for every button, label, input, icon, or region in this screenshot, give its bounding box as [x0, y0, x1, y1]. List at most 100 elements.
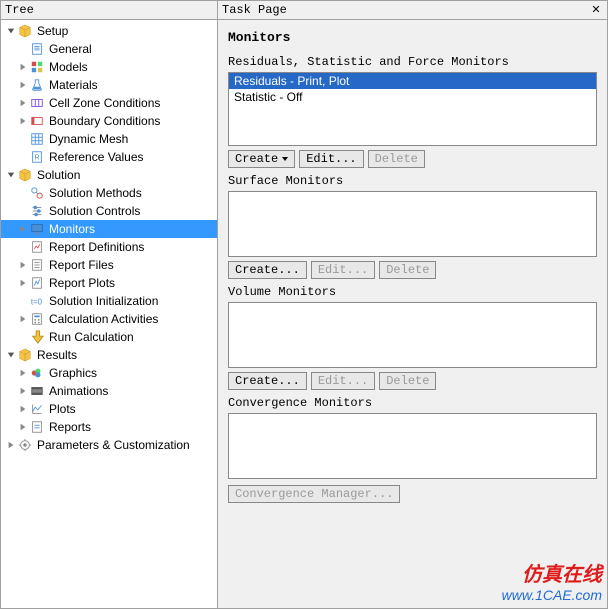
tree-item-label: Results: [36, 348, 77, 362]
tree-item-report-plots[interactable]: Report Plots: [1, 274, 217, 292]
tree-body[interactable]: Setup General Models Materials Cell Zone Con…: [1, 20, 217, 608]
close-icon[interactable]: ✕: [589, 3, 603, 17]
tree-item-report-files[interactable]: Report Files: [1, 256, 217, 274]
tree-item-general[interactable]: General: [1, 40, 217, 58]
monitor-icon: [29, 221, 45, 237]
edit-button-surface[interactable]: Edit...: [311, 261, 375, 279]
tree-item-label: Graphics: [48, 366, 97, 380]
create-button-surface[interactable]: Create...: [228, 261, 307, 279]
doc-icon: [29, 41, 45, 57]
tree-item-label: Solution: [36, 168, 80, 182]
convergence-manager-button[interactable]: Convergence Manager...: [228, 485, 400, 503]
tree-item-boundary-conditions[interactable]: Boundary Conditions: [1, 112, 217, 130]
convergence-listbox[interactable]: [228, 413, 597, 479]
task-panel: Task Page ✕ Monitors Residuals, Statisti…: [218, 0, 608, 609]
tree-item-setup[interactable]: Setup: [1, 22, 217, 40]
edit-button[interactable]: Edit...: [299, 150, 363, 168]
expand-icon[interactable]: [17, 99, 29, 107]
list-item[interactable]: Statistic - Off: [229, 89, 596, 105]
tree-item-solution-methods[interactable]: Solution Methods: [1, 184, 217, 202]
tree-item-solution[interactable]: Solution: [1, 166, 217, 184]
report-file-icon: [29, 257, 45, 273]
expand-icon[interactable]: [17, 387, 29, 395]
tree-item-parameters-customization[interactable]: Parameters & Customization: [1, 436, 217, 454]
tree-item-label: Dynamic Mesh: [48, 132, 128, 146]
expand-icon[interactable]: [17, 315, 29, 323]
expand-icon[interactable]: [17, 369, 29, 377]
tree-item-solution-controls[interactable]: Solution Controls: [1, 202, 217, 220]
ref-icon: [29, 149, 45, 165]
report-plot-icon: [29, 275, 45, 291]
tree-item-materials[interactable]: Materials: [1, 76, 217, 94]
cube-yellow-icon: [17, 167, 33, 183]
tree-item-cell-zone-conditions[interactable]: Cell Zone Conditions: [1, 94, 217, 112]
tree-item-run-calculation[interactable]: Run Calculation: [1, 328, 217, 346]
expand-icon[interactable]: [17, 279, 29, 287]
tree-panel: Tree Setup General Models Materials Cell Zon…: [0, 0, 218, 609]
tree-item-report-definitions[interactable]: Report Definitions: [1, 238, 217, 256]
tree-item-label: General: [48, 42, 92, 56]
expand-icon[interactable]: [17, 405, 29, 413]
caret-down-icon: [282, 157, 288, 161]
tree-item-label: Animations: [48, 384, 108, 398]
tree-item-label: Materials: [48, 78, 98, 92]
expand-icon[interactable]: [17, 423, 29, 431]
page-heading: Monitors: [228, 30, 597, 45]
methods-icon: [29, 185, 45, 201]
tree-item-reports[interactable]: Reports: [1, 418, 217, 436]
cube-yellow-icon: [17, 23, 33, 39]
expand-icon[interactable]: [17, 81, 29, 89]
tree-item-calculation-activities[interactable]: Calculation Activities: [1, 310, 217, 328]
tree-item-label: Cell Zone Conditions: [48, 96, 160, 110]
tree-item-results[interactable]: Results: [1, 346, 217, 364]
task-body: Monitors Residuals, Statistic and Force …: [218, 20, 607, 608]
tree-item-graphics[interactable]: Graphics: [1, 364, 217, 382]
expand-icon[interactable]: [17, 261, 29, 269]
delete-button-surface[interactable]: Delete: [379, 261, 436, 279]
collapse-icon[interactable]: [5, 171, 17, 179]
tree-item-label: Setup: [36, 24, 68, 38]
params-icon: [17, 437, 33, 453]
expand-icon[interactable]: [5, 441, 17, 449]
plots-icon: [29, 401, 45, 417]
run-icon: [29, 329, 45, 345]
tree-item-label: Models: [48, 60, 88, 74]
collapse-icon[interactable]: [5, 27, 17, 35]
tree-item-plots[interactable]: Plots: [1, 400, 217, 418]
delete-button[interactable]: Delete: [368, 150, 425, 168]
tree-item-label: Solution Initialization: [48, 294, 158, 308]
volume-listbox[interactable]: [228, 302, 597, 368]
calc-icon: [29, 311, 45, 327]
tree-item-label: Calculation Activities: [48, 312, 158, 326]
collapse-icon[interactable]: [5, 351, 17, 359]
report-def-icon: [29, 239, 45, 255]
residuals-listbox[interactable]: Residuals - Print, PlotStatistic - Off: [228, 72, 597, 146]
tree-item-label: Report Definitions: [48, 240, 144, 254]
reports-icon: [29, 419, 45, 435]
flask-icon: [29, 77, 45, 93]
tree-item-monitors[interactable]: Monitors: [1, 220, 217, 238]
convergence-section-label: Convergence Monitors: [228, 396, 597, 410]
create-dropdown-button[interactable]: Create: [228, 150, 295, 168]
tree-item-label: Report Files: [48, 258, 114, 272]
tree-item-dynamic-mesh[interactable]: Dynamic Mesh: [1, 130, 217, 148]
tree-item-label: Monitors: [48, 222, 95, 236]
tree-item-label: Boundary Conditions: [48, 114, 160, 128]
tree-item-solution-initialization[interactable]: Solution Initialization: [1, 292, 217, 310]
anim-icon: [29, 383, 45, 399]
expand-icon[interactable]: [17, 117, 29, 125]
edit-button-volume[interactable]: Edit...: [311, 372, 375, 390]
delete-button-volume[interactable]: Delete: [379, 372, 436, 390]
expand-icon[interactable]: [17, 63, 29, 71]
tree-item-label: Solution Methods: [48, 186, 142, 200]
expand-icon[interactable]: [17, 225, 29, 233]
list-item[interactable]: Residuals - Print, Plot: [229, 73, 596, 89]
init-icon: [29, 293, 45, 309]
tree-item-animations[interactable]: Animations: [1, 382, 217, 400]
surface-listbox[interactable]: [228, 191, 597, 257]
create-button-volume[interactable]: Create...: [228, 372, 307, 390]
tree-title: Tree: [5, 3, 34, 17]
tree-item-models[interactable]: Models: [1, 58, 217, 76]
tree-item-label: Solution Controls: [48, 204, 140, 218]
tree-item-reference-values[interactable]: Reference Values: [1, 148, 217, 166]
